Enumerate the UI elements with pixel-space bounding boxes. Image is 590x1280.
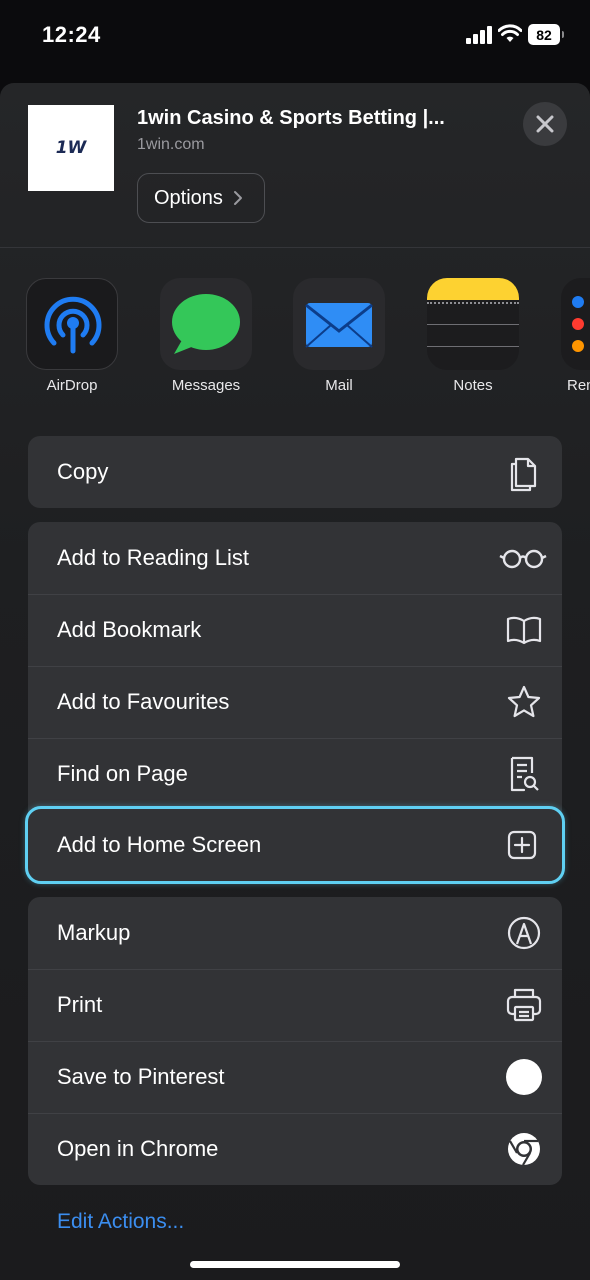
app-notes[interactable]: Notes <box>427 278 519 394</box>
reading-glasses-icon <box>498 538 548 578</box>
close-icon <box>536 115 554 133</box>
home-screen-label: Add to Home Screen <box>57 832 262 857</box>
airdrop-icon <box>26 278 118 370</box>
markup-pen-icon <box>504 913 544 953</box>
app-label-airdrop: AirDrop <box>46 377 98 394</box>
status-bar: 12:24 82 <box>0 0 590 80</box>
page-url: 1win.com <box>137 136 205 153</box>
copy-icon <box>504 452 544 492</box>
open-in-chrome-action[interactable]: Open in Chrome <box>28 1113 562 1185</box>
close-button[interactable] <box>523 102 567 146</box>
site-logo-text: 1W <box>55 138 87 158</box>
app-label-notes: Notes <box>453 377 493 394</box>
app-label-reminders: Rem <box>567 377 590 394</box>
copy-action[interactable]: Copy <box>28 436 562 508</box>
home-indicator <box>190 1261 400 1268</box>
bookmark-label: Add Bookmark <box>57 617 202 642</box>
edit-actions-link[interactable]: Edit Actions... <box>57 1210 184 1234</box>
star-icon <box>504 682 544 722</box>
reminders-icon <box>561 278 590 370</box>
copy-label: Copy <box>57 459 109 484</box>
app-airdrop[interactable]: AirDrop <box>26 278 118 394</box>
save-to-pinterest-action[interactable]: Save to Pinterest <box>28 1041 562 1113</box>
add-to-home-screen-action[interactable]: Add to Home Screen <box>25 806 565 884</box>
pinterest-label: Save to Pinterest <box>57 1064 225 1089</box>
add-to-favourites-action[interactable]: Add to Favourites <box>28 666 562 738</box>
print-action[interactable]: Print <box>28 969 562 1041</box>
wifi-icon <box>498 24 522 42</box>
app-label-messages: Messages <box>171 377 241 394</box>
chevron-right-icon <box>233 191 242 205</box>
app-mail[interactable]: Mail <box>293 278 385 394</box>
open-chrome-label: Open in Chrome <box>57 1136 219 1161</box>
print-label: Print <box>57 992 103 1017</box>
reading-list-label: Add to Reading List <box>57 545 250 570</box>
messages-icon <box>160 278 252 370</box>
markup-label: Markup <box>57 920 131 945</box>
app-label-mail: Mail <box>325 377 353 394</box>
header-divider <box>0 247 590 248</box>
app-reminders[interactable]: Rem <box>561 278 590 394</box>
plus-square-icon <box>502 825 542 865</box>
markup-action[interactable]: Markup <box>28 897 562 969</box>
app-messages[interactable]: Messages <box>160 278 252 394</box>
find-on-page-label: Find on Page <box>57 761 188 786</box>
notes-icon <box>427 278 519 370</box>
options-label: Options <box>154 186 223 209</box>
cellular-signal-icon <box>466 26 492 44</box>
chrome-icon <box>504 1129 544 1169</box>
status-time: 12:24 <box>42 22 101 47</box>
app-row: AirDrop Messages Mail Notes Re <box>0 278 590 408</box>
add-to-reading-list-action[interactable]: Add to Reading List <box>28 522 562 594</box>
book-icon <box>504 610 544 650</box>
printer-icon <box>504 985 544 1025</box>
battery-indicator: 82 <box>528 24 564 45</box>
action-group-extensions: Markup Print Save to Pinterest Open in C… <box>28 897 562 1185</box>
page-title: 1win Casino & Sports Betting |... <box>137 107 445 129</box>
find-on-page-action[interactable]: Find on Page <box>28 738 562 810</box>
pinterest-icon <box>504 1057 544 1097</box>
options-button[interactable]: Options <box>137 173 265 223</box>
action-group-copy: Copy <box>28 436 562 508</box>
mail-icon <box>293 278 385 370</box>
find-document-icon <box>504 754 544 794</box>
favourites-label: Add to Favourites <box>57 689 230 714</box>
site-thumbnail: 1W <box>28 105 114 191</box>
add-bookmark-action[interactable]: Add Bookmark <box>28 594 562 666</box>
